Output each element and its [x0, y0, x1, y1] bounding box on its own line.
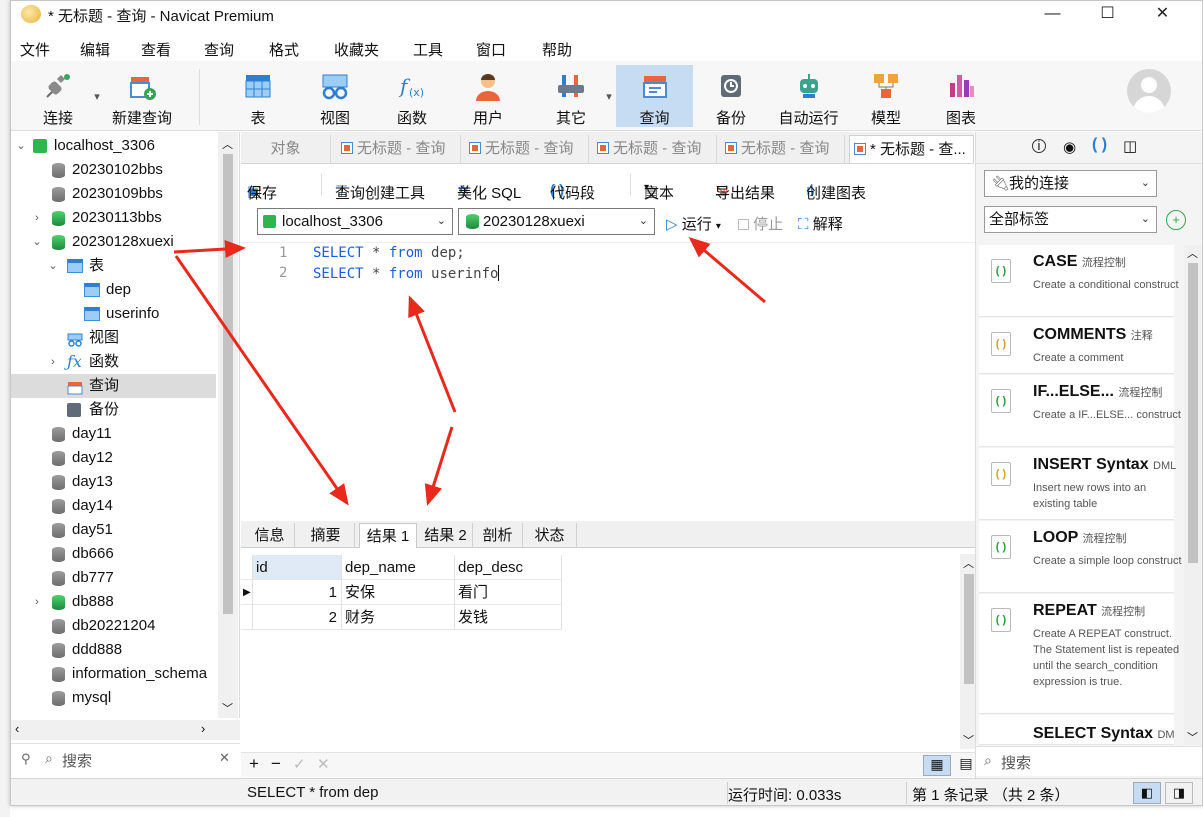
annotation-arrow-to-userinfo	[408, 295, 457, 413]
annotation-arrows	[173, 237, 766, 506]
annotation-arrow-to-result1	[174, 255, 349, 506]
annotation-arrow-to-run	[688, 237, 766, 304]
annotation-arrow-to-result2	[424, 426, 454, 506]
annotation-arrow-to-editor	[173, 240, 246, 259]
